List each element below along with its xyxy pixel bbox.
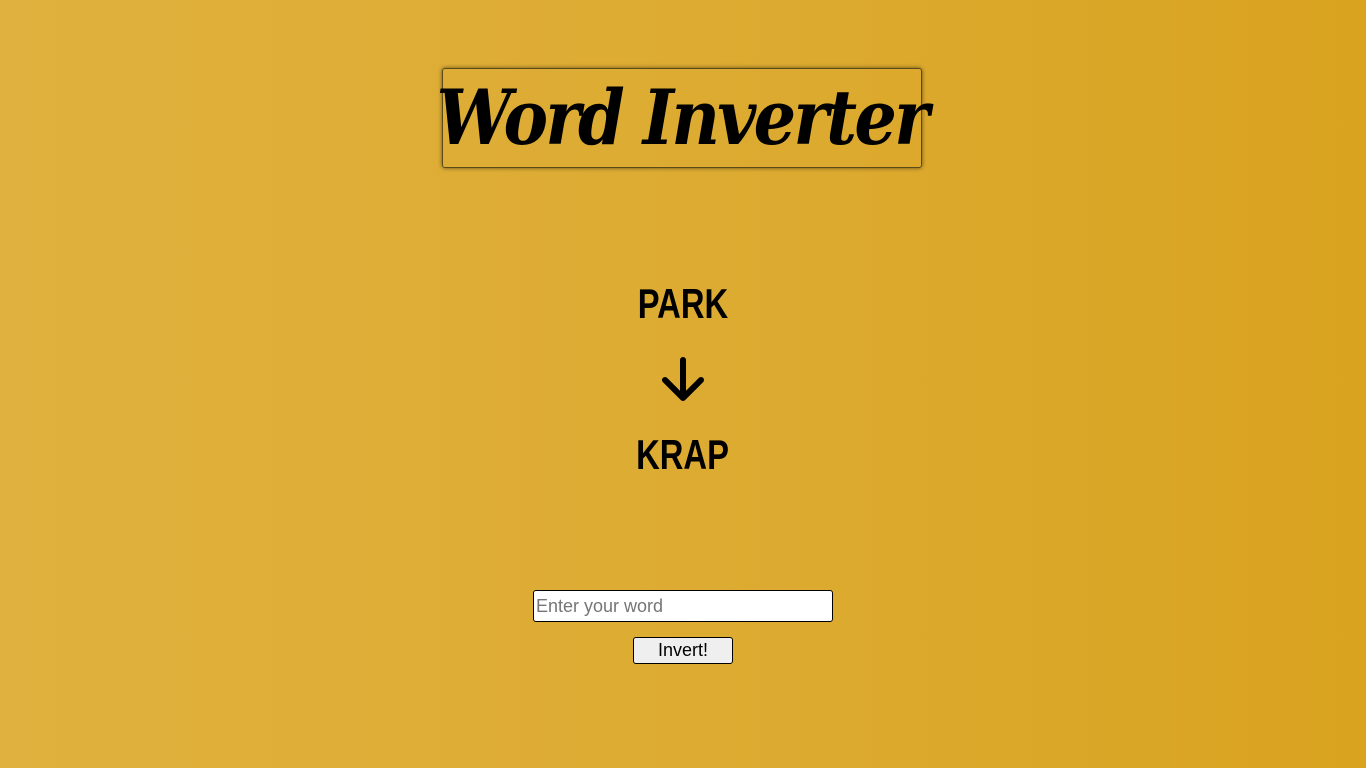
arrow-down-icon bbox=[662, 357, 704, 401]
original-word-text: PARK bbox=[637, 280, 729, 327]
title-box: Word Inverter bbox=[437, 68, 930, 168]
page-title: Word Inverter bbox=[436, 73, 930, 162]
word-input[interactable] bbox=[533, 590, 833, 622]
inverted-word: KRAP bbox=[0, 434, 1366, 476]
inverted-word-text: KRAP bbox=[636, 431, 730, 478]
original-word: PARK bbox=[0, 283, 1366, 325]
invert-button[interactable]: Invert! bbox=[633, 637, 733, 664]
